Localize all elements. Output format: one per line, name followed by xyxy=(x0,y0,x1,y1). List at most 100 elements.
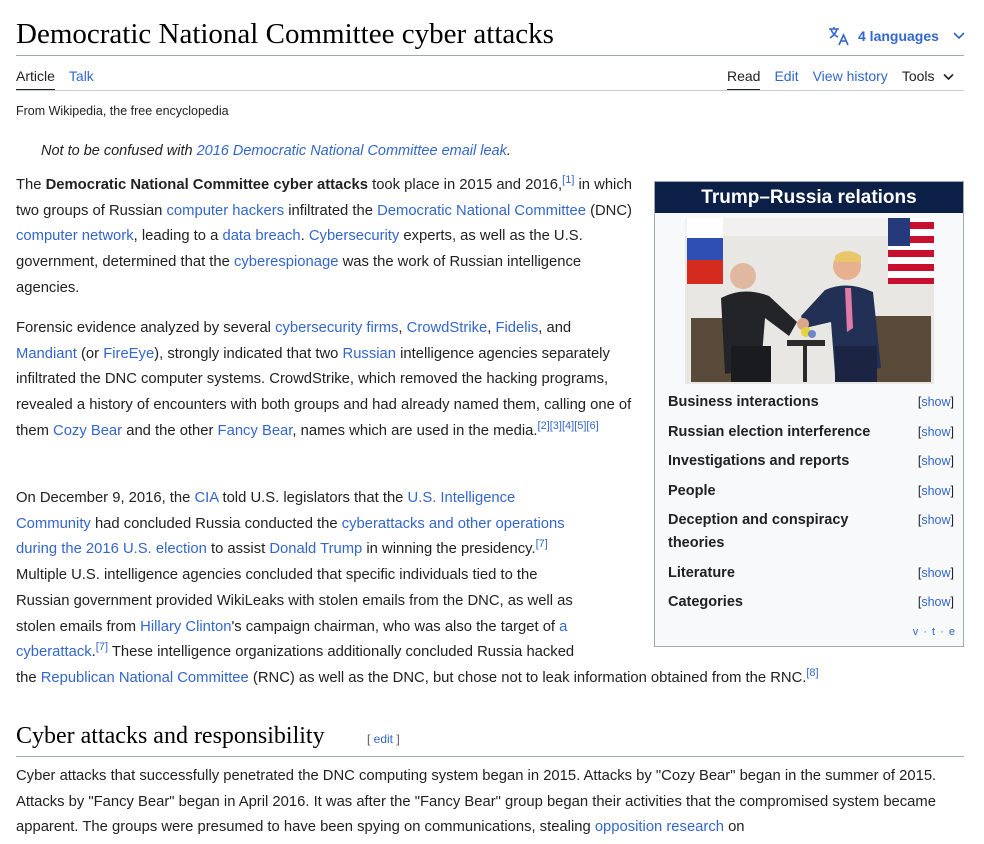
link-cia[interactable]: CIA xyxy=(195,490,219,506)
navbox-vte-links[interactable]: v · t · e xyxy=(913,626,956,638)
text: (DNC) xyxy=(585,202,632,219)
link-fireeye[interactable]: FireEye xyxy=(103,346,154,362)
show-toggle[interactable]: [show] xyxy=(918,562,954,585)
navbox-row: Literature [show] xyxy=(668,562,954,585)
section-heading: Cyber attacks and responsibility xyxy=(16,723,325,749)
link-fidelis[interactable]: Fidelis xyxy=(495,320,538,336)
bracket: ] xyxy=(950,565,954,580)
hatnote-text: Not to be confused with xyxy=(41,143,197,159)
bracket: [ xyxy=(367,732,374,746)
row-label: Deception and conspiracy theories xyxy=(668,512,849,551)
link-mandiant[interactable]: Mandiant xyxy=(16,346,77,362)
show-link[interactable]: show xyxy=(921,484,950,498)
sidebar-navbox: Trump–Russia relations Business interact… xyxy=(654,181,964,647)
text: 's campaign chairman, who was also the t… xyxy=(231,618,560,635)
link-a-cyberattack[interactable]: cyberattack xyxy=(16,644,92,660)
section-edit: [ edit ] xyxy=(367,732,400,746)
text: On December 9, 2016, the xyxy=(16,490,195,506)
link-us-intelligence-community[interactable]: Community xyxy=(16,516,91,532)
hatnote-link[interactable]: 2016 Democratic National Committee email… xyxy=(197,143,507,159)
link-crowdstrike[interactable]: CrowdStrike xyxy=(407,320,488,336)
link-cyberattacks-2016-election[interactable]: cyberattacks and other operations xyxy=(342,516,565,532)
show-link[interactable]: show xyxy=(921,425,950,439)
intro-paragraph-2: Forensic evidence analyzed by several cy… xyxy=(16,316,634,445)
navbox-rows: Business interactions [show] Russian elec… xyxy=(668,391,954,621)
navbox-title[interactable]: Trump–Russia relations xyxy=(655,182,963,213)
navbox-row: People [show] xyxy=(668,480,954,503)
show-link[interactable]: show xyxy=(921,454,950,468)
tab-edit[interactable]: Edit xyxy=(774,66,798,90)
link-cyberattacks-2016-election[interactable]: during the 2016 U.S. election xyxy=(16,541,207,557)
navbox-image[interactable] xyxy=(685,218,934,384)
row-label: Russian election interference xyxy=(668,423,871,440)
bracket: ] xyxy=(393,732,400,746)
tabs-divider xyxy=(16,90,964,91)
site-tagline: From Wikipedia, the free encyclopedia xyxy=(16,104,229,118)
text: had concluded Russia conducted the xyxy=(90,515,342,532)
reference-link[interactable]: [1] xyxy=(562,174,574,186)
link-us-intelligence-community[interactable]: U.S. Intelligence xyxy=(408,490,516,506)
tab-article[interactable]: Article xyxy=(16,66,55,91)
link-rnc[interactable]: Republican National Committee xyxy=(41,670,249,686)
reference-link[interactable]: [8] xyxy=(806,667,818,679)
show-toggle[interactable]: [show] xyxy=(918,509,954,555)
title-divider xyxy=(16,55,964,56)
row-label: Investigations and reports xyxy=(668,453,850,469)
link-cybersecurity[interactable]: Cybersecurity xyxy=(309,228,399,244)
translate-icon xyxy=(829,27,849,46)
reference-link[interactable]: [2][3][4][5][6] xyxy=(538,420,599,432)
section-paragraph: Cyber attacks that successfully penetrat… xyxy=(16,764,964,841)
tools-label: Tools xyxy=(901,68,935,84)
text: (or xyxy=(76,345,104,362)
reference-link[interactable]: [7] xyxy=(96,641,108,653)
link-hillary-clinton[interactable]: Hillary Clinton xyxy=(140,619,231,635)
show-link[interactable]: show xyxy=(921,395,950,409)
hatnote: Not to be confused with 2016 Democratic … xyxy=(41,143,511,159)
page-title: Democratic National Committee cyber atta… xyxy=(16,18,554,50)
namespace-tabs: Article Talk xyxy=(16,66,108,91)
tab-view-history[interactable]: View history xyxy=(813,66,888,90)
link-opposition-research[interactable]: opposition research xyxy=(595,819,724,835)
link-cyberespionage[interactable]: cyberespionage xyxy=(234,254,338,270)
languages-button[interactable]: 4 languages xyxy=(828,24,965,48)
navbox-row: Categories [show] xyxy=(668,591,954,614)
bracket: ] xyxy=(950,513,954,527)
link-cozy-bear[interactable]: Cozy Bear xyxy=(53,423,122,439)
link-computer-hackers[interactable]: computer hackers xyxy=(167,203,285,219)
show-toggle[interactable]: [show] xyxy=(918,421,954,444)
tab-talk[interactable]: Talk xyxy=(69,66,94,90)
text: took place in 2015 and 2016, xyxy=(367,177,563,193)
show-toggle[interactable]: [show] xyxy=(918,591,954,614)
text: on xyxy=(723,819,745,836)
navbox-row: Business interactions [show] xyxy=(668,391,954,414)
show-toggle[interactable]: [show] xyxy=(918,450,954,473)
show-toggle[interactable]: [show] xyxy=(918,391,954,414)
section-divider xyxy=(16,756,964,757)
navbox-row: Investigations and reports [show] xyxy=(668,450,954,473)
text: . xyxy=(300,228,309,245)
link-data-breach[interactable]: data breach xyxy=(222,228,300,244)
link-a-cyberattack[interactable]: a xyxy=(559,619,567,635)
show-link[interactable]: show xyxy=(921,513,950,527)
text-line: the Republican National Committee (RNC) … xyxy=(16,666,886,692)
link-dnc[interactable]: Democratic National Committee xyxy=(377,203,586,219)
tools-menu[interactable]: Tools xyxy=(902,66,954,90)
view-tabs: Read Edit View history Tools xyxy=(727,66,968,91)
section-edit-link[interactable]: edit xyxy=(374,732,393,746)
reference-link[interactable]: [7] xyxy=(536,538,548,550)
navbox-row: Deception and conspiracy theories [show] xyxy=(668,509,954,555)
text: in winning the presidency. xyxy=(362,541,536,558)
tab-read[interactable]: Read xyxy=(727,66,761,91)
link-donald-trump[interactable]: Donald Trump xyxy=(269,541,362,557)
link-fancy-bear[interactable]: Fancy Bear xyxy=(218,423,293,439)
show-toggle[interactable]: [show] xyxy=(918,480,954,503)
link-russian[interactable]: Russian xyxy=(343,346,396,362)
show-link[interactable]: show xyxy=(921,566,950,580)
link-computer-network[interactable]: computer network xyxy=(16,228,134,244)
text: (RNC) as well as the DNC, but chose not … xyxy=(248,669,807,686)
chevron-down-icon xyxy=(942,73,954,81)
text: ), strongly indicated that two xyxy=(154,345,343,362)
link-cybersecurity-firms[interactable]: cybersecurity firms xyxy=(275,320,398,336)
text: These intelligence organizations additio… xyxy=(108,644,575,661)
show-link[interactable]: show xyxy=(921,595,950,609)
